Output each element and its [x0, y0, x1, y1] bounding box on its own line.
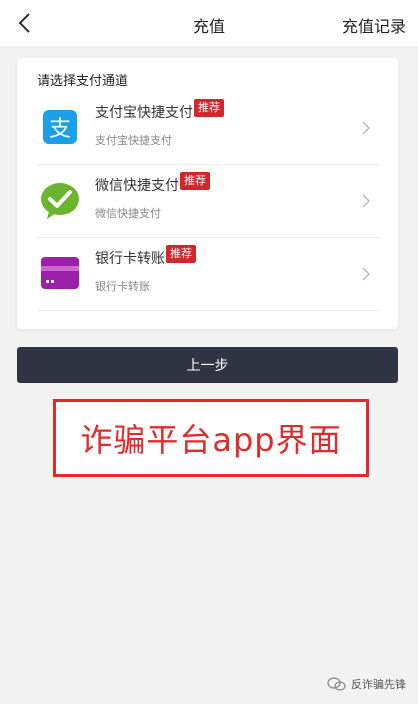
payment-channel-card: 请选择支付通道 支 支付宝快捷支付 推荐 支付宝快捷支付 微信快捷支付 推荐 微… — [17, 58, 398, 329]
payment-option-name: 银行卡转账 推荐 — [95, 245, 196, 268]
payment-option-name: 支付宝快捷支付 推荐 — [95, 99, 224, 122]
payment-option-label: 支付宝快捷支付 — [95, 105, 193, 121]
warning-caption-box: 诈骗平台app界面 — [53, 399, 369, 477]
watermark-text: 反诈骗先锋 — [351, 678, 406, 691]
payment-option-label: 银行卡转账 — [95, 251, 165, 267]
payment-option-bank-card[interactable]: 银行卡转账 推荐 银行卡转账 — [37, 238, 380, 311]
chevron-right-icon — [362, 194, 371, 208]
wechat-official-account-icon — [327, 677, 346, 691]
recommend-badge: 推荐 — [194, 99, 224, 117]
payment-option-label: 微信快捷支付 — [95, 178, 179, 194]
payment-option-desc: 支付宝快捷支付 — [95, 134, 172, 147]
top-bar: 充值 充值记录 — [0, 0, 418, 46]
section-title: 请选择支付通道 — [37, 74, 129, 89]
payment-option-name: 微信快捷支付 推荐 — [95, 172, 210, 195]
payment-option-desc: 银行卡转账 — [95, 280, 150, 293]
wechat-icon — [41, 183, 79, 219]
svg-text:支: 支 — [49, 117, 71, 142]
payment-option-wechat[interactable]: 微信快捷支付 推荐 微信快捷支付 — [37, 165, 380, 238]
chevron-right-icon — [362, 121, 371, 135]
alipay-icon: 支 — [43, 110, 77, 144]
recommend-badge: 推荐 — [166, 245, 196, 263]
watermark: 反诈骗先锋 — [327, 676, 406, 692]
payment-option-alipay[interactable]: 支 支付宝快捷支付 推荐 支付宝快捷支付 — [37, 92, 380, 165]
bank-card-icon — [41, 257, 79, 289]
chevron-right-icon — [362, 267, 371, 281]
warning-caption: 诈骗平台app界面 — [80, 421, 342, 459]
recommend-badge: 推荐 — [180, 172, 210, 190]
recharge-history-link[interactable]: 充值记录 — [342, 13, 406, 37]
previous-step-button[interactable]: 上一步 — [17, 347, 398, 383]
payment-option-desc: 微信快捷支付 — [95, 207, 161, 220]
recharge-page: 充值 充值记录 请选择支付通道 支 支付宝快捷支付 推荐 支付宝快捷支付 微信快… — [0, 0, 418, 704]
